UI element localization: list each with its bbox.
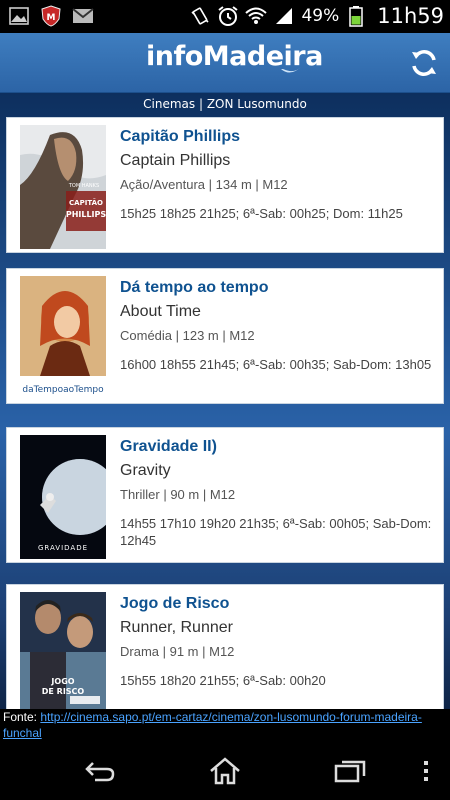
movie-poster: daTempoaoTempo	[20, 276, 106, 400]
movie-title-pt: Dá tempo ao tempo	[120, 279, 269, 296]
movie-meta: Comédia | 123 m | M12	[120, 328, 255, 343]
movie-sessions: 15h55 18h20 21h55; 6ª-Sab: 00h20	[120, 673, 326, 688]
movie-meta: Thriller | 90 m | M12	[120, 487, 236, 502]
signal-icon	[273, 5, 295, 27]
battery-icon	[345, 5, 367, 27]
refresh-icon	[412, 50, 436, 76]
movie-title-en: Gravity	[120, 462, 171, 479]
overflow-menu-icon	[424, 761, 428, 781]
svg-text:DE RISCO: DE RISCO	[42, 687, 85, 696]
svg-text:M: M	[47, 13, 56, 23]
back-icon	[85, 762, 115, 782]
movie-title-pt: Capitão Phillips	[120, 128, 241, 145]
movie-sessions: 14h55 17h10 19h20 21h35; 6ª-Sab: 00h05; …	[120, 516, 432, 548]
overflow-menu-button[interactable]	[406, 754, 446, 788]
movie-info: Gravidade II) Gravity Thriller | 90 m | …	[120, 436, 435, 549]
refresh-button[interactable]	[406, 45, 442, 81]
battery-percentage: 49%	[301, 6, 340, 26]
alarm-icon	[217, 5, 239, 27]
movie-title-en: Captain Phillips	[120, 152, 231, 169]
movie-poster: GRAVIDADE	[20, 435, 106, 559]
movie-info: Capitão Phillips Captain Phillips Ação/A…	[120, 126, 435, 222]
svg-text:GRAVIDADE: GRAVIDADE	[38, 544, 88, 552]
source-link[interactable]: http://cinema.sapo.pt/em-cartaz/cinema/z…	[3, 710, 422, 740]
movie-poster: JOGO DE RISCO	[20, 592, 106, 709]
clock: 11h59	[377, 4, 444, 28]
gallery-icon	[8, 5, 30, 27]
recent-apps-button[interactable]	[330, 754, 370, 788]
source-attribution: Fonte: http://cinema.sapo.pt/em-cartaz/c…	[0, 709, 450, 742]
source-label: Fonte:	[3, 710, 41, 724]
logo-swoosh-icon	[281, 67, 301, 73]
movie-card[interactable]: JOGO DE RISCO Jogo de Risco Runner, Runn…	[6, 584, 444, 709]
movie-title-en: About Time	[120, 303, 201, 320]
movie-sessions: 15h25 18h25 21h25; 6ª-Sab: 00h25; Dom: 1…	[120, 206, 403, 221]
mcafee-icon: M	[40, 5, 62, 27]
vibrate-icon	[189, 5, 211, 27]
app-header: infoMadeira	[0, 33, 450, 93]
svg-text:JOGO: JOGO	[50, 677, 74, 686]
movie-title-pt: Jogo de Risco	[120, 595, 230, 612]
movie-meta: Drama | 91 m | M12	[120, 644, 235, 659]
wifi-icon	[245, 5, 268, 27]
movie-card[interactable]: CAPITÃO PHILLIPS TOM HANKS Capitão Phill…	[6, 117, 444, 253]
section-subtitle: Cinemas | ZON Lusomundo	[143, 97, 307, 111]
home-button[interactable]	[205, 754, 245, 788]
navigation-bar	[0, 742, 450, 800]
movie-poster: CAPITÃO PHILLIPS TOM HANKS	[20, 125, 106, 249]
recent-apps-icon	[334, 760, 366, 783]
movie-title-en: Runner, Runner	[120, 619, 233, 636]
svg-text:PHILLIPS: PHILLIPS	[66, 210, 106, 219]
svg-text:daTempoaoTempo: daTempoaoTempo	[22, 385, 104, 395]
movie-title-pt: Gravidade II)	[120, 438, 217, 455]
svg-text:TOM HANKS: TOM HANKS	[68, 183, 99, 189]
gmail-icon	[72, 5, 94, 27]
movie-meta: Ação/Aventura | 134 m | M12	[120, 177, 288, 192]
home-icon	[210, 757, 240, 785]
status-bar: M 49% 11h59	[0, 0, 450, 33]
movie-card[interactable]: daTempoaoTempo Dá tempo ao tempo About T…	[6, 268, 444, 404]
movie-info: Dá tempo ao tempo About Time Comédia | 1…	[120, 277, 435, 373]
svg-text:CAPITÃO: CAPITÃO	[69, 198, 103, 207]
back-button[interactable]	[80, 754, 120, 788]
movie-info: Jogo de Risco Runner, Runner Drama | 91 …	[120, 593, 435, 689]
content-area[interactable]: Cinemas | ZON Lusomundo CAPITÃO PHILLIPS…	[0, 93, 450, 709]
movie-card[interactable]: GRAVIDADE Gravidade II) Gravity Thriller…	[6, 427, 444, 563]
movie-sessions: 16h00 18h55 21h45; 6ª-Sab: 00h35; Sab-Do…	[120, 357, 432, 372]
